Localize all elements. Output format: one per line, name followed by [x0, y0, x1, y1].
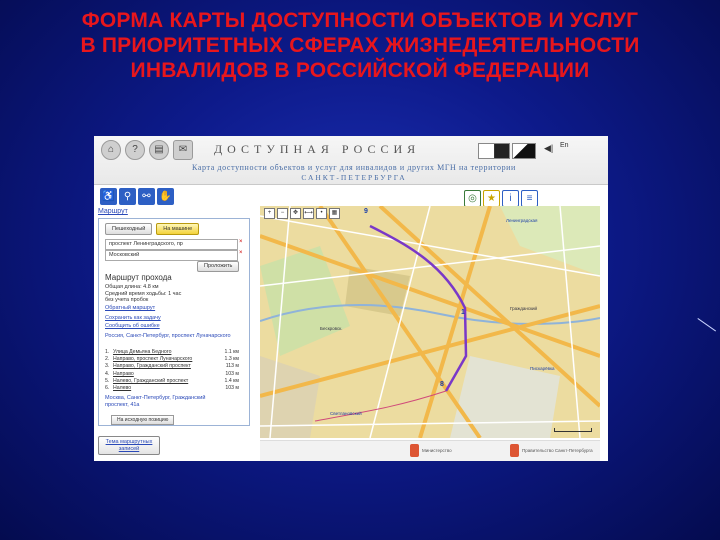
route-step[interactable]: 5. Налево, Гражданский проспект 1.4 км [105, 378, 245, 385]
site-footer: Министерство Правительство Санкт-Петербу… [260, 440, 600, 461]
route-steps: 1. Улица Демьяна Бедного 1.1 км 2. Напра… [105, 349, 245, 392]
sound-icon[interactable]: ◀| [544, 143, 553, 154]
map-marker[interactable]: 8 [440, 381, 444, 388]
wheelchair-icon[interactable]: ♿ [100, 188, 117, 205]
route-step[interactable]: 3. Направо, Гражданский проспект 113 м [105, 363, 245, 370]
info-icon[interactable]: i [502, 190, 519, 207]
site-header: ⌂ ? ▤ ✉ ДОСТУПНАЯ РОССИЯ ◀| En Карта дос… [94, 136, 608, 185]
accessibility-toolbar: ♿ ⚲ ⚯ ✋ [100, 188, 174, 206]
decorative-line [697, 318, 717, 332]
star-icon[interactable]: ★ [483, 190, 500, 207]
zoom-in-icon[interactable]: + [264, 208, 275, 219]
deaf-person-icon[interactable]: ✋ [157, 188, 174, 205]
site-title: ДОСТУПНАЯ РОССИЯ [214, 142, 421, 156]
site-subtitle-city: САНКТ-ПЕТЕРБУРГА [301, 173, 407, 182]
map-label: Светлановский [330, 411, 362, 416]
title-line-2: В ПРИОРИТЕТНЫХ СФЕРАХ ЖИЗНЕДЕЯТЕЛЬНОСТИ [80, 34, 640, 57]
route-panel: Пешеходный На машине проспект Ленинградс… [98, 218, 250, 426]
start-address: Россия, Санкт-Петербург, проспект Лунача… [105, 333, 231, 339]
map-canvas [260, 206, 600, 438]
route-summary-3: без учета пробок [105, 297, 149, 303]
title-line-3: ИНВАЛИДОВ В РОССИЙСКОЙ ФЕДЕРАЦИИ [130, 59, 590, 82]
report-error-link[interactable]: Сообщить об ошибке [105, 323, 160, 329]
map-label: Гражданский [510, 306, 538, 311]
header-icons: ⌂ ? ▤ ✉ [101, 140, 193, 160]
pan-icon[interactable]: ✥ [290, 208, 301, 219]
end-address-1: Москва, Санкт-Петербург, Гражданский [105, 395, 206, 401]
mode-car-button[interactable]: На машине [156, 223, 200, 235]
map-label: Ленинградская [506, 218, 538, 223]
build-route-button[interactable]: Проложить [197, 261, 240, 272]
slide-title: ФОРМА КАРТЫ ДОСТУПНОСТИ ОБЪЕКТОВ И УСЛУГ… [20, 8, 700, 83]
pin-icon[interactable]: • [316, 208, 327, 219]
emblem-icon [410, 444, 419, 457]
contrast-toggle[interactable] [478, 143, 510, 159]
emblem-icon [510, 444, 519, 457]
blind-person-icon[interactable]: ⚯ [138, 188, 155, 205]
contrast-toggle-2[interactable] [512, 143, 536, 159]
reset-position-button[interactable]: На исходную позицию [111, 415, 175, 425]
route-section-title: Маршрут прохода [105, 273, 172, 282]
layers-icon[interactable]: ▦ [329, 208, 340, 219]
clear-from-icon[interactable]: × [239, 239, 243, 245]
zoom-out-icon[interactable]: − [277, 208, 288, 219]
map-scale [554, 428, 592, 432]
map-view[interactable]: + − ✥ ⟷ • ▦ Ленинградская Гражданский Св… [260, 206, 600, 438]
save-route-link[interactable]: Сохранить как задачу [105, 315, 161, 321]
route-step[interactable]: 4. Направо 103 м [105, 371, 245, 378]
language-switch[interactable]: En [560, 142, 569, 149]
route-step[interactable]: 6. Налево 103 м [105, 385, 245, 392]
title-line-1: ФОРМА КАРТЫ ДОСТУПНОСТИ ОБЪЕКТОВ И УСЛУГ [81, 9, 639, 32]
help-icon[interactable]: ? [125, 140, 145, 160]
route-step[interactable]: 1. Улица Демьяна Бедного 1.1 км [105, 349, 245, 356]
ruler-icon[interactable]: ⟷ [303, 208, 314, 219]
map-tools: + − ✥ ⟷ • ▦ [264, 208, 340, 219]
site-subtitle: Карта доступности объектов и услуг для и… [192, 163, 516, 172]
clear-to-icon[interactable]: × [239, 250, 243, 256]
mail-icon[interactable]: ✉ [173, 140, 193, 160]
route-step[interactable]: 2. Направо, проспект Луначарского 1.3 км [105, 356, 245, 363]
route-mode-buttons: Пешеходный На машине [105, 223, 200, 235]
address-to-field[interactable]: Московский [105, 250, 238, 261]
route-notes-button[interactable]: Тема маршрутных записей [98, 436, 160, 455]
globe-icon[interactable]: ◎ [464, 190, 481, 207]
walking-person-icon[interactable]: ⚲ [119, 188, 136, 205]
route-link[interactable]: Маршрут [98, 208, 128, 215]
map-label: Пискарёвка [530, 366, 555, 371]
print-icon[interactable]: ▤ [149, 140, 169, 160]
website-screenshot: ⌂ ? ▤ ✉ ДОСТУПНАЯ РОССИЯ ◀| En Карта дос… [94, 136, 608, 461]
map-label: Бескровск. [320, 326, 343, 331]
map-marker[interactable]: 9 [364, 208, 368, 215]
home-icon[interactable]: ⌂ [101, 140, 121, 160]
end-address-2: проспект, 41а [105, 402, 140, 408]
mode-walk-button[interactable]: Пешеходный [105, 223, 153, 235]
reverse-route-link[interactable]: Обратный маршрут [105, 305, 155, 311]
address-from-field[interactable]: проспект Ленинградского, пр [105, 239, 238, 250]
list-icon[interactable]: ≡ [521, 190, 538, 207]
map-marker[interactable]: 1 [461, 309, 465, 316]
